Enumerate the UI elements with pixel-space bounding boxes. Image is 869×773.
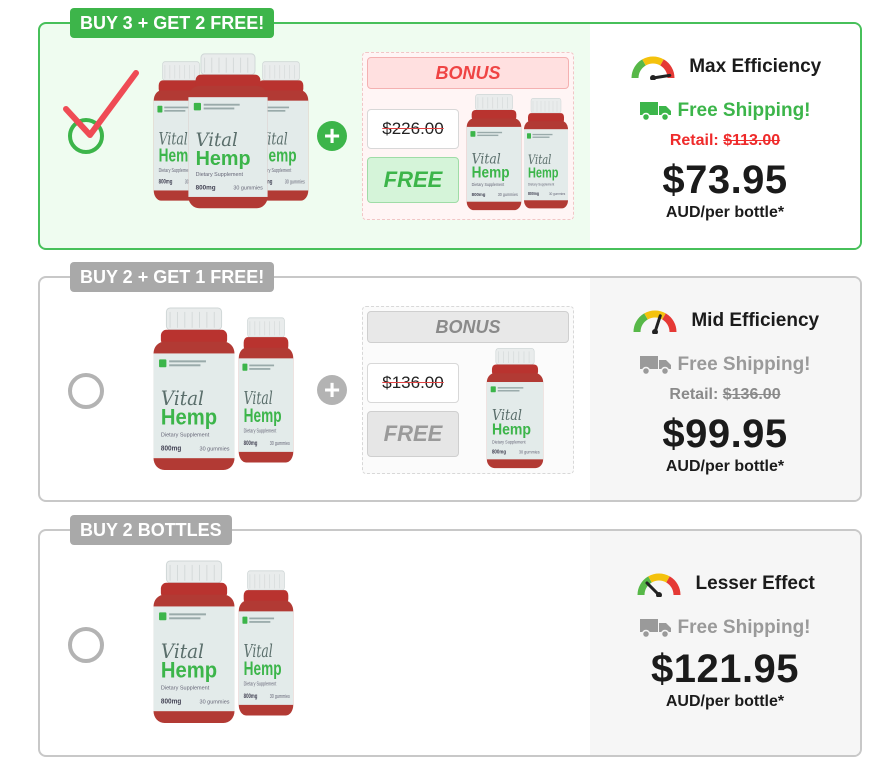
product-bottle-image: Vital Hemp Dietary Supplement 800mg 30 g… <box>188 53 268 209</box>
product-bottle-image: Vital Hemp Dietary Supplement 800mg 30 g… <box>466 94 522 211</box>
svg-text:Hemp: Hemp <box>244 405 282 427</box>
retail-price-row: Retail: $136.00 <box>590 386 860 404</box>
svg-text:800mg: 800mg <box>196 184 216 191</box>
svg-text:Hemp: Hemp <box>244 658 282 680</box>
bonus-box: BONUS $136.00 FREE Vital Hemp Dietary Su… <box>362 306 574 474</box>
svg-text:30 gummies: 30 gummies <box>270 693 291 699</box>
offer-tag: BUY 2 + GET 1 FREE! <box>70 262 275 292</box>
bonus-label: BONUS <box>367 311 569 343</box>
svg-text:800mg: 800mg <box>161 445 181 452</box>
offer-price: $121.95 <box>650 647 800 691</box>
svg-text:Hemp: Hemp <box>161 406 217 430</box>
svg-text:30 gummies: 30 gummies <box>233 185 263 191</box>
offer-pricing-panel: Max Efficiency Free Shipping! Retail: $1… <box>590 24 860 248</box>
svg-text:30 gummies: 30 gummies <box>549 192 565 197</box>
per-unit-label: AUD/per bottle* <box>665 693 785 710</box>
product-bottle-image: Vital Hemp Dietary Supplement 800mg 30 g… <box>153 560 235 724</box>
svg-text:Dietary Supplement: Dietary Supplement <box>244 428 277 434</box>
shipping-label: Free Shipping! <box>677 100 811 121</box>
svg-text:Dietary Supplement: Dietary Supplement <box>472 182 505 187</box>
svg-text:800mg: 800mg <box>472 192 486 197</box>
svg-text:Dietary Supplement: Dietary Supplement <box>161 685 210 691</box>
per-unit-label: AUD/per bottle* <box>665 458 785 475</box>
svg-text:Dietary Supplement: Dietary Supplement <box>528 182 554 187</box>
speedometer-icon <box>633 310 677 334</box>
offer-pricing-panel: Lesser Effect Free Shipping! $121.95 AUD… <box>590 531 860 755</box>
retail-price: $113.00 <box>723 132 781 149</box>
svg-text:30 gummies: 30 gummies <box>200 446 230 452</box>
svg-text:Hemp: Hemp <box>196 148 251 170</box>
truck-icon <box>639 619 671 639</box>
svg-text:Hemp: Hemp <box>492 421 531 439</box>
efficiency-label: Mid Efficiency <box>691 310 820 331</box>
retail-price-row: Retail: $113.00 <box>590 132 860 150</box>
svg-text:Dietary Supplement: Dietary Supplement <box>244 681 277 687</box>
per-unit-label: AUD/per bottle* <box>665 204 785 221</box>
retail-label: Retail: <box>669 386 719 403</box>
truck-icon <box>639 356 671 376</box>
checkmark-icon <box>63 70 139 138</box>
retail-price: $136.00 <box>722 386 781 403</box>
product-bottle-image: Vital Hemp Dietary Supplement 800mg 30 g… <box>524 98 568 209</box>
efficiency-label: Max Efficiency <box>689 56 822 77</box>
svg-text:30 gummies: 30 gummies <box>270 440 291 446</box>
bonus-label: BONUS <box>367 57 569 89</box>
offer-card-buy2[interactable]: BUY 2 BOTTLES Vital Hemp Dietary Supplem… <box>38 515 862 757</box>
offer-radio[interactable] <box>68 627 104 663</box>
shipping-label: Free Shipping! <box>677 617 811 638</box>
bonus-old-price: $226.00 <box>367 109 459 149</box>
speedometer-icon <box>631 56 675 80</box>
svg-text:30 gummies: 30 gummies <box>519 449 540 454</box>
svg-text:800mg: 800mg <box>159 179 173 186</box>
svg-text:30 gummies: 30 gummies <box>285 179 306 185</box>
svg-text:Dietary Supplement: Dietary Supplement <box>196 172 244 178</box>
offer-radio[interactable] <box>68 373 104 409</box>
offer-pricing-panel: Mid Efficiency Free Shipping! Retail: $1… <box>590 278 860 500</box>
svg-text:Hemp: Hemp <box>472 165 510 182</box>
product-bottle-image: Vital Hemp Dietary Supplement 800mg 30 g… <box>486 348 544 469</box>
svg-text:800mg: 800mg <box>492 449 506 455</box>
offer-card-buy3get2[interactable]: BUY 3 + GET 2 FREE! Vital Hemp Dietary S… <box>38 8 862 250</box>
shipping-label: Free Shipping! <box>677 354 811 375</box>
svg-text:Dietary Supplement: Dietary Supplement <box>161 432 210 438</box>
speedometer-icon <box>637 573 681 597</box>
svg-text:800mg: 800mg <box>244 693 258 700</box>
offer-tag: BUY 2 BOTTLES <box>70 515 232 545</box>
offer-card-buy2get1[interactable]: BUY 2 + GET 1 FREE! Vital Hemp Dietary S… <box>38 262 862 502</box>
svg-text:800mg: 800mg <box>244 440 258 447</box>
svg-text:30 gummies: 30 gummies <box>498 192 518 197</box>
bonus-box: BONUS $226.00 FREE Vital Hemp Dietary Su… <box>362 52 574 220</box>
product-bottle-image: Vital Hemp Dietary Supplement 800mg 30 g… <box>238 317 294 463</box>
product-bottle-image: Vital Hemp Dietary Supplement 800mg 30 g… <box>238 570 294 716</box>
product-bottle-image: Vital Hemp Dietary Supplement 800mg 30 g… <box>153 307 235 471</box>
offer-tag: BUY 3 + GET 2 FREE! <box>70 8 275 38</box>
bonus-free-label: FREE <box>367 411 459 457</box>
truck-icon <box>639 102 671 122</box>
svg-text:Hemp: Hemp <box>528 164 559 181</box>
plus-icon: + <box>317 375 347 405</box>
offer-price: $73.95 <box>662 158 788 202</box>
svg-text:800mg: 800mg <box>161 698 181 705</box>
retail-label: Retail: <box>669 132 719 149</box>
svg-text:800mg: 800mg <box>528 190 539 196</box>
plus-icon: + <box>317 121 347 151</box>
efficiency-label: Lesser Effect <box>695 573 815 594</box>
offer-price: $99.95 <box>662 412 788 456</box>
bonus-free-label: FREE <box>367 157 459 203</box>
svg-text:Hemp: Hemp <box>161 659 217 683</box>
svg-text:30 gummies: 30 gummies <box>200 699 230 705</box>
bonus-old-price: $136.00 <box>367 363 459 403</box>
svg-text:Dietary Supplement: Dietary Supplement <box>492 439 526 444</box>
